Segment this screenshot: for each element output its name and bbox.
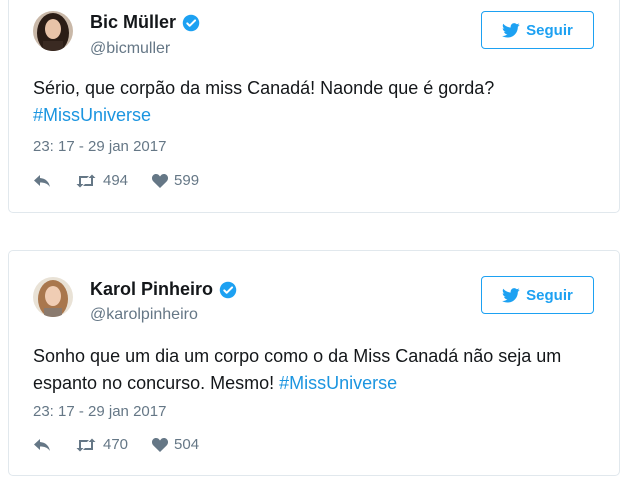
- tweet-actions: 470 504: [33, 436, 199, 453]
- verified-badge-icon: [182, 14, 200, 31]
- avatar[interactable]: [33, 277, 73, 317]
- avatar-photo-icon: [33, 11, 73, 51]
- follow-button-label: Seguir: [526, 21, 573, 39]
- author-name[interactable]: Bic Müller: [90, 12, 176, 33]
- avatar[interactable]: [33, 11, 73, 51]
- author-name-row[interactable]: Bic Müller: [90, 12, 200, 33]
- follow-button-label: Seguir: [526, 286, 573, 304]
- tweet-text: Sonho que um dia um corpo como o da Miss…: [33, 343, 599, 397]
- hashtag-link[interactable]: #MissUniverse: [33, 105, 151, 125]
- retweet-icon: [76, 438, 96, 451]
- retweet-count: 494: [103, 172, 129, 189]
- author-name[interactable]: Karol Pinheiro: [90, 279, 213, 300]
- reply-button[interactable]: [33, 174, 51, 188]
- twitter-bird-icon: [502, 22, 520, 38]
- follow-button[interactable]: Seguir: [481, 11, 594, 49]
- like-count: 504: [174, 436, 200, 453]
- hashtag-link[interactable]: #MissUniverse: [279, 373, 397, 393]
- retweet-button[interactable]: 494: [75, 172, 128, 189]
- like-button[interactable]: 599: [152, 172, 199, 189]
- like-count: 599: [174, 172, 200, 189]
- retweet-button[interactable]: 470: [75, 436, 128, 453]
- author-handle[interactable]: @karolpinheiro: [90, 306, 198, 324]
- tweet-card: Karol Pinheiro @karolpinheiro Seguir Son…: [8, 250, 620, 476]
- tweet-body: Sério, que corpão da miss Canadá! Naonde…: [33, 78, 495, 98]
- retweet-icon: [76, 174, 96, 187]
- verified-badge-icon: [219, 281, 237, 298]
- reply-icon: [34, 438, 50, 451]
- retweet-count: 470: [103, 436, 129, 453]
- tweet-actions: 494 599: [33, 172, 199, 189]
- like-button[interactable]: 504: [152, 436, 199, 453]
- heart-icon: [152, 173, 169, 188]
- heart-icon: [152, 437, 169, 452]
- author-name-row[interactable]: Karol Pinheiro: [90, 279, 237, 300]
- tweet-card: Bic Müller @bicmuller Seguir Sério, que …: [8, 0, 620, 213]
- tweet-timestamp[interactable]: 23: 17 - 29 jan 2017: [33, 138, 166, 155]
- avatar-photo-icon: [33, 277, 73, 317]
- follow-button[interactable]: Seguir: [481, 276, 594, 314]
- reply-button[interactable]: [33, 438, 51, 452]
- twitter-bird-icon: [502, 287, 520, 303]
- reply-icon: [34, 174, 50, 187]
- tweet-text: Sério, que corpão da miss Canadá! Naonde…: [33, 75, 599, 129]
- tweet-timestamp[interactable]: 23: 17 - 29 jan 2017: [33, 403, 166, 420]
- author-handle[interactable]: @bicmuller: [90, 40, 170, 58]
